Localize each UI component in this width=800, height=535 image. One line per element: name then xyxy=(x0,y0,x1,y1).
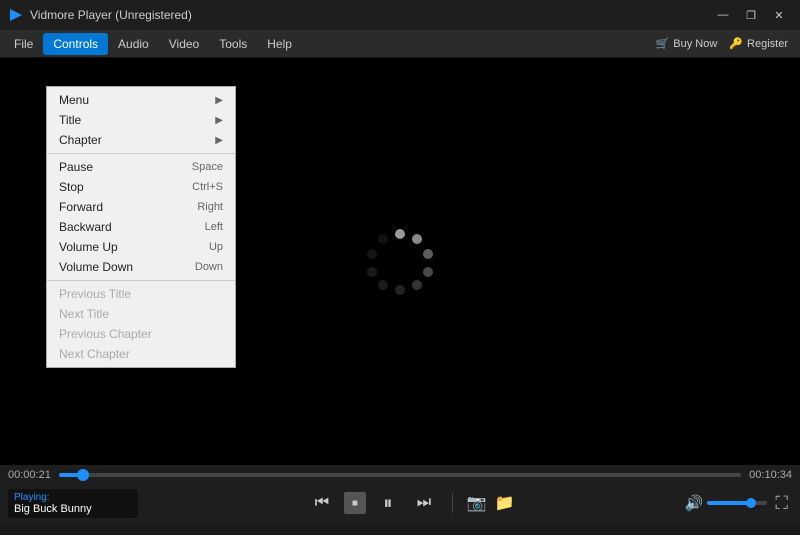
menu-prev-title-item[interactable]: Previous Title xyxy=(47,284,235,304)
menu-next-chapter-item[interactable]: Next Chapter xyxy=(47,344,235,364)
close-button[interactable]: ✕ xyxy=(766,5,792,25)
now-playing-label: Playing: xyxy=(14,492,132,503)
total-time: 00:10:34 xyxy=(749,469,792,481)
now-playing: Playing: Big Buck Bunny xyxy=(8,489,138,518)
menu-pause-item[interactable]: Pause Space xyxy=(47,157,235,177)
menu-prev-chapter-item[interactable]: Previous Chapter xyxy=(47,324,235,344)
cart-icon: 🛒 xyxy=(656,37,670,50)
menu-video[interactable]: Video xyxy=(159,33,209,55)
separator xyxy=(452,493,453,513)
now-playing-title: Big Buck Bunny xyxy=(14,503,132,515)
menu-menu-item[interactable]: Menu ▶ xyxy=(47,90,235,110)
app-title: Vidmore Player (Unregistered) xyxy=(30,8,710,22)
window-controls: — ❐ ✕ xyxy=(710,5,792,25)
dropdown-section-2: Pause Space Stop Ctrl+S Forward Right Ba… xyxy=(47,154,235,281)
video-area: Menu ▶ Title ▶ Chapter ▶ Pause Space Sto… xyxy=(0,58,800,465)
volume-track[interactable] xyxy=(707,501,767,505)
app-icon xyxy=(8,7,24,23)
restore-button[interactable]: ❐ xyxy=(738,5,764,25)
screenshot-button[interactable]: 📷 xyxy=(467,493,487,513)
minimize-button[interactable]: — xyxy=(710,5,736,25)
fullscreen-button[interactable]: ⛶ xyxy=(775,493,788,514)
buy-now-label: Buy Now xyxy=(673,38,717,50)
menu-title-item[interactable]: Title ▶ xyxy=(47,110,235,130)
controls-dropdown: Menu ▶ Title ▶ Chapter ▶ Pause Space Sto… xyxy=(46,86,236,368)
volume-fill xyxy=(707,501,750,505)
menu-next-title-item[interactable]: Next Title xyxy=(47,304,235,324)
rewind-button[interactable]: ⏮ xyxy=(308,489,336,517)
menu-chapter-item[interactable]: Chapter ▶ xyxy=(47,130,235,150)
menu-bar: File Controls Audio Video Tools Help 🛒 B… xyxy=(0,30,800,58)
open-folder-button[interactable]: 📁 xyxy=(495,493,515,513)
menu-controls[interactable]: Controls xyxy=(43,33,108,55)
progress-thumb[interactable] xyxy=(77,469,89,481)
controls-row: Playing: Big Buck Bunny ⏮ ■ ⏸ ⏭ 📷 📁 🔊 ⛶ xyxy=(8,485,792,521)
menu-volume-down-item[interactable]: Volume Down Down xyxy=(47,257,235,277)
menu-file[interactable]: File xyxy=(4,33,43,55)
menu-tools[interactable]: Tools xyxy=(209,33,257,55)
progress-row: 00:00:21 00:10:34 xyxy=(8,469,792,481)
stop-button[interactable]: ■ xyxy=(344,492,366,514)
volume-area: 🔊 xyxy=(685,494,768,512)
menu-volume-up-item[interactable]: Volume Up Up xyxy=(47,237,235,257)
dropdown-section-1: Menu ▶ Title ▶ Chapter ▶ xyxy=(47,87,235,154)
menu-help[interactable]: Help xyxy=(257,33,302,55)
menu-stop-item[interactable]: Stop Ctrl+S xyxy=(47,177,235,197)
center-controls: ⏮ ■ ⏸ ⏭ 📷 📁 xyxy=(138,489,685,517)
pause-button[interactable]: ⏸ xyxy=(374,489,402,517)
volume-thumb[interactable] xyxy=(746,498,756,508)
bottom-bar: 00:00:21 00:10:34 Playing: Big Buck Bunn… xyxy=(0,465,800,523)
buy-now-button[interactable]: 🛒 Buy Now xyxy=(656,37,718,50)
menu-backward-item[interactable]: Backward Left xyxy=(47,217,235,237)
title-bar: Vidmore Player (Unregistered) — ❐ ✕ xyxy=(0,0,800,30)
current-time: 00:00:21 xyxy=(8,469,51,481)
register-label: Register xyxy=(747,38,788,50)
menu-audio[interactable]: Audio xyxy=(108,33,159,55)
right-controls: 🔊 ⛶ xyxy=(685,493,792,514)
register-button[interactable]: 🔑 Register xyxy=(729,37,788,50)
forward-button[interactable]: ⏭ xyxy=(410,489,438,517)
volume-button[interactable]: 🔊 xyxy=(685,494,704,512)
progress-track[interactable] xyxy=(59,473,741,477)
dropdown-section-3: Previous Title Next Title Previous Chapt… xyxy=(47,281,235,367)
header-right: 🛒 Buy Now 🔑 Register xyxy=(656,37,796,50)
menu-forward-item[interactable]: Forward Right xyxy=(47,197,235,217)
loading-spinner xyxy=(360,222,440,302)
register-icon: 🔑 xyxy=(729,37,743,50)
